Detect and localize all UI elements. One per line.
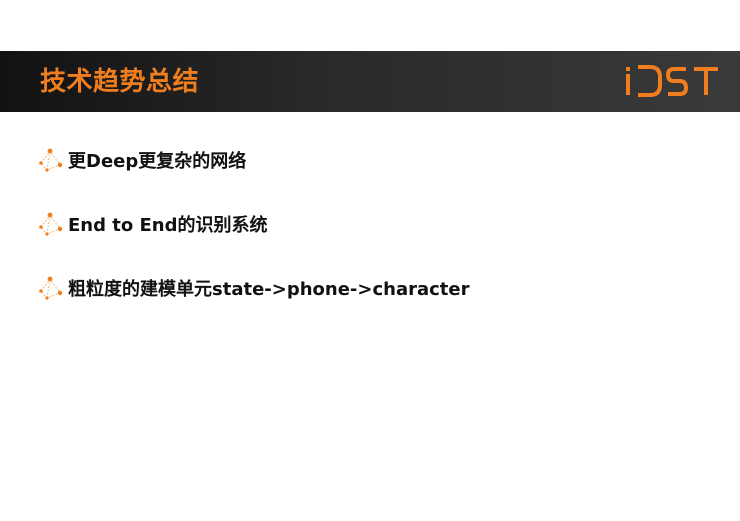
bullet-text: End to End的识别系统	[68, 215, 268, 236]
bullet-text: 粗粒度的建模单元state->phone->character	[68, 279, 470, 300]
bullet-item: 粗粒度的建模单元state->phone->character	[38, 268, 718, 308]
slide-title: 技术趋势总结	[40, 67, 200, 97]
bullet-text: 更Deep更复杂的网络	[68, 151, 247, 172]
network-nodes-icon	[39, 212, 63, 236]
header-band: 技术趋势总结	[0, 51, 740, 112]
idst-logo	[626, 65, 718, 97]
bullet-item: End to End的识别系统	[38, 204, 718, 244]
bullet-list: 更Deep更复杂的网络 End to End的识别系统 粗粒度的建模单元stat…	[38, 140, 718, 332]
bullet-item: 更Deep更复杂的网络	[38, 140, 718, 180]
network-nodes-icon	[39, 148, 63, 172]
network-nodes-icon	[39, 276, 63, 300]
